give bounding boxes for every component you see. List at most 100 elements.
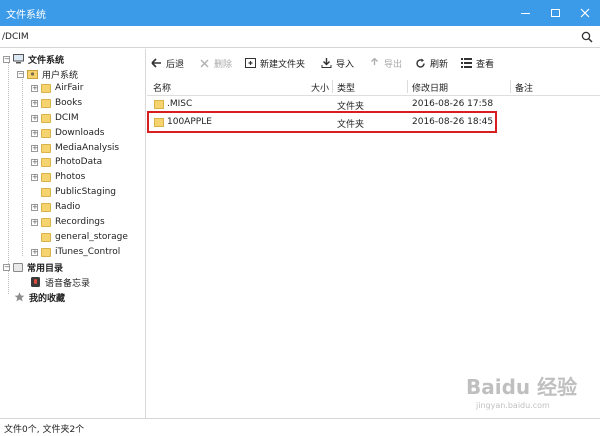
tree-item-label: Books: [55, 98, 83, 108]
column-type[interactable]: 类型: [337, 81, 355, 94]
tree-favorites-label: 我的收藏: [29, 293, 66, 304]
folder-icon: [41, 113, 51, 123]
new-folder-button[interactable]: 新建文件夹: [245, 56, 305, 70]
tree-item-label: 语音备忘录: [45, 278, 91, 289]
expand-icon[interactable]: +: [31, 158, 38, 166]
tree-item-voice-memos[interactable]: 语音备忘录: [30, 275, 145, 289]
tree-item-label: Downloads: [55, 128, 105, 138]
view-button[interactable]: 查看: [461, 56, 494, 70]
folder-icon: [41, 143, 51, 153]
tree-item[interactable]: + MediaAnalysis: [31, 141, 145, 155]
close-button[interactable]: [570, 0, 600, 26]
refresh-icon: [416, 58, 425, 68]
export-label: 导出: [384, 59, 403, 70]
tree-item-label: iTunes_Control: [55, 247, 121, 257]
expand-icon[interactable]: +: [31, 99, 38, 107]
delete-icon: [200, 59, 209, 67]
folder-tree: − 文件系统 − 用户系统 + AirFair + Books + DCIM + Dow…: [0, 49, 146, 418]
voice-memo-icon: [31, 277, 40, 287]
baidu-watermark: Baidu 经验 jingyan.baidu.com: [466, 375, 577, 410]
folder-icon: [41, 128, 51, 138]
minimize-icon: [520, 12, 530, 14]
status-bar: 文件0个, 文件夹2个: [0, 418, 600, 436]
expand-icon[interactable]: +: [31, 84, 38, 92]
tree-item[interactable]: + DCIM: [31, 111, 145, 125]
collapse-icon[interactable]: −: [3, 55, 10, 63]
watermark-text: Baidu 经验: [466, 375, 577, 399]
column-size[interactable]: 大小: [311, 81, 329, 94]
delete-label: 删除: [214, 59, 233, 70]
tree-item-label: Photos: [55, 172, 86, 182]
directory-icon: [13, 262, 23, 272]
expand-icon[interactable]: +: [31, 129, 38, 137]
minimize-button[interactable]: [510, 0, 540, 26]
export-icon: [371, 58, 378, 65]
column-divider[interactable]: [407, 80, 408, 93]
tree-item[interactable]: general_storage: [41, 230, 145, 244]
column-divider[interactable]: [510, 80, 511, 93]
tree-common-label: 常用目录: [27, 263, 64, 274]
tree-item[interactable]: + Radio: [31, 200, 145, 214]
delete-button[interactable]: 删除: [199, 56, 232, 70]
collapse-icon[interactable]: −: [3, 263, 10, 271]
view-label: 查看: [476, 59, 495, 70]
tree-item[interactable]: + PhotoData: [31, 155, 145, 169]
tree-user-label: 用户系统: [42, 70, 79, 81]
back-button[interactable]: 后退: [151, 56, 184, 70]
expand-icon[interactable]: +: [31, 203, 38, 211]
column-note[interactable]: 备注: [515, 81, 533, 94]
tree-item-label: DCIM: [55, 113, 79, 123]
path-input[interactable]: [2, 29, 576, 45]
tree-root-label: 文件系统: [28, 55, 65, 66]
search-button[interactable]: [578, 28, 596, 46]
import-button[interactable]: 导入: [321, 56, 354, 70]
tree-item[interactable]: + Books: [31, 96, 145, 110]
expand-icon[interactable]: +: [31, 218, 38, 226]
new-folder-label: 新建文件夹: [260, 59, 306, 70]
folder-icon: [41, 83, 51, 93]
column-name[interactable]: 名称: [153, 81, 171, 94]
back-arrow-icon: [151, 58, 161, 68]
maximize-icon: [550, 9, 560, 17]
expand-icon[interactable]: +: [31, 173, 38, 181]
computer-icon: [13, 54, 24, 64]
title-bar: 文件系统: [0, 0, 600, 26]
close-icon: [580, 8, 590, 18]
file-name: .MISC: [167, 99, 193, 109]
folder-icon: [41, 247, 51, 257]
file-system-window: 文件系统 − 文件系统 − 用户系统 + AirFair + Books + DCIM…: [0, 0, 600, 436]
watermark-sub: jingyan.baidu.com: [475, 401, 550, 410]
tree-item[interactable]: + iTunes_Control: [31, 245, 145, 259]
tree-item[interactable]: + Photos: [31, 170, 145, 184]
tree-common-dirs[interactable]: − 常用目录: [3, 260, 145, 274]
refresh-button[interactable]: 刷新: [415, 56, 448, 70]
tree-root[interactable]: − 文件系统: [3, 52, 145, 66]
star-icon: [14, 292, 25, 302]
maximize-button[interactable]: [540, 0, 570, 26]
tree-item[interactable]: PublicStaging: [41, 185, 145, 199]
tree-item[interactable]: + Downloads: [31, 126, 145, 140]
tree-user-system[interactable]: − 用户系统: [17, 67, 145, 81]
new-folder-icon: [245, 58, 256, 68]
collapse-icon[interactable]: −: [17, 70, 24, 78]
expand-icon[interactable]: +: [31, 248, 38, 256]
expand-icon[interactable]: +: [31, 144, 38, 152]
address-bar: [0, 26, 600, 48]
folder-icon: [41, 98, 51, 108]
column-divider[interactable]: [332, 80, 333, 93]
column-date[interactable]: 修改日期: [412, 81, 448, 94]
view-list-icon: [461, 58, 472, 68]
tree-item-label: PublicStaging: [55, 187, 117, 197]
status-text: 文件0个, 文件夹2个: [4, 425, 85, 435]
tree-item[interactable]: + AirFair: [31, 81, 145, 95]
tree-item[interactable]: + Recordings: [31, 215, 145, 229]
expand-icon[interactable]: +: [31, 114, 38, 122]
tree-item-label: AirFair: [55, 83, 84, 93]
folder-icon: [154, 100, 164, 109]
window-title: 文件系统: [6, 10, 46, 21]
import-label: 导入: [336, 59, 355, 70]
column-header: 名称 大小 类型 修改日期 备注: [147, 78, 600, 96]
user-folder-icon: [27, 70, 38, 79]
export-button[interactable]: 导出: [369, 56, 402, 70]
tree-favorites[interactable]: 我的收藏: [14, 290, 145, 304]
